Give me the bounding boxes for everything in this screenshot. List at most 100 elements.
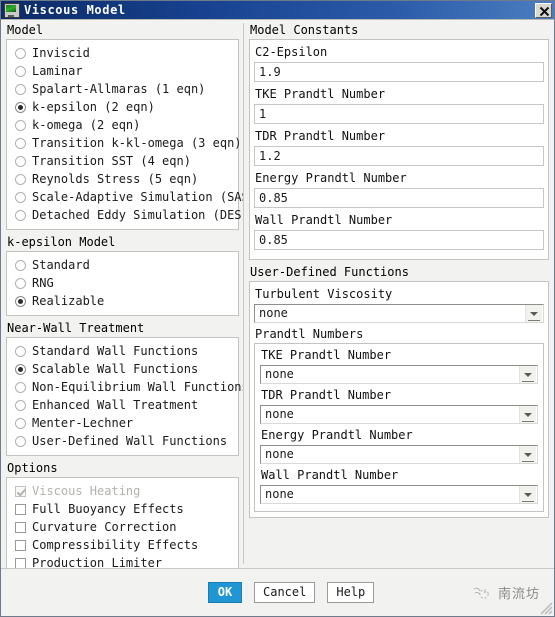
k-epsilon-model-group: k-epsilon Model Standard RNG Realizable [6, 235, 239, 316]
near-wall-treatment-radio-row[interactable]: Non-Equilibrium Wall Functions [11, 378, 243, 396]
near-wall-treatment-group-title: Near-Wall Treatment [7, 321, 145, 335]
radio-icon[interactable] [15, 137, 26, 149]
close-icon[interactable] [535, 2, 552, 18]
model-radio-row[interactable]: k-epsilon (2 eqn) [11, 98, 234, 116]
model-radio-row[interactable]: Transition SST (4 eqn) [11, 152, 234, 170]
radio-icon[interactable] [15, 119, 26, 131]
radio-icon[interactable] [15, 47, 26, 59]
constant-field-label: TDR Prandtl Number [255, 129, 386, 143]
radio-icon[interactable] [15, 417, 26, 429]
k-epsilon-model-radio-row[interactable]: RNG [11, 274, 234, 292]
udf-field-label: TKE Prandtl Number [261, 348, 392, 362]
radio-icon[interactable] [15, 277, 26, 289]
model-radio-row[interactable]: Laminar [11, 62, 234, 80]
near-wall-treatment-group-box: Standard Wall Functions Scalable Wall Fun… [6, 337, 243, 456]
turbulent-viscosity-label: Turbulent Viscosity [255, 287, 393, 301]
udf-select[interactable]: none [260, 485, 538, 504]
left-pane: Model Inviscid Laminar Spalart-Allmaras (1… [1, 20, 243, 568]
udf-select[interactable]: none [260, 365, 538, 384]
model-label: Transition SST (4 eqn) [32, 154, 191, 168]
model-radio-row[interactable]: Spalart-Allmaras (1 eqn) [11, 80, 234, 98]
radio-icon[interactable] [15, 155, 26, 167]
chevron-down-icon[interactable] [519, 366, 536, 383]
options-checkbox-row[interactable]: Curvature Correction [11, 518, 234, 536]
radio-icon[interactable] [15, 173, 26, 185]
viscous-model-dialog: Viscous Model Model Inviscid Laminar Spala… [0, 0, 555, 617]
turbulent-viscosity-select[interactable]: none [254, 304, 544, 323]
checkbox-icon[interactable] [15, 557, 26, 568]
ok-button[interactable]: OK [208, 582, 242, 603]
chevron-down-icon[interactable] [519, 446, 536, 463]
checkbox-icon[interactable] [15, 521, 26, 533]
k-epsilon-model-radio-row[interactable]: Realizable [11, 292, 234, 310]
options-checkbox-row[interactable]: Production Limiter [11, 554, 234, 568]
help-button[interactable]: Help [327, 582, 375, 603]
radio-icon[interactable] [15, 83, 26, 95]
udf-field-label: Wall Prandtl Number [261, 468, 399, 482]
dialog-footer: OK Cancel Help 南流坊 [1, 568, 554, 616]
model-label: k-epsilon (2 eqn) [32, 100, 155, 114]
near-wall-treatment-radio-row[interactable]: Scalable Wall Functions [11, 360, 234, 378]
options-group-title: Options [7, 461, 58, 475]
cancel-button[interactable]: Cancel [254, 582, 316, 603]
model-radio-row[interactable]: Transition k-kl-omega (3 eqn) [11, 134, 242, 152]
chevron-down-icon[interactable] [519, 406, 536, 423]
title-bar: Viscous Model [1, 1, 554, 20]
udf-select[interactable]: none [260, 405, 538, 424]
options-checkbox-row[interactable]: Full Buoyancy Effects [11, 500, 234, 518]
udf-title: User-Defined Functions [250, 265, 409, 279]
near-wall-treatment-label: Non-Equilibrium Wall Functions [32, 380, 243, 394]
radio-icon[interactable] [15, 345, 26, 357]
k-epsilon-model-radio-row[interactable]: Standard [11, 256, 234, 274]
constant-input[interactable] [254, 62, 544, 82]
model-radio-row[interactable]: Detached Eddy Simulation (DES) [11, 206, 243, 224]
udf-field-label: Energy Prandtl Number [261, 428, 413, 442]
model-label: Detached Eddy Simulation (DES) [32, 208, 243, 222]
chevron-down-icon[interactable] [519, 486, 536, 503]
near-wall-treatment-radio-row[interactable]: Standard Wall Functions [11, 342, 234, 360]
near-wall-treatment-radio-row[interactable]: User-Defined Wall Functions [11, 432, 234, 450]
constant-input[interactable] [254, 188, 544, 208]
options-group-box: Viscous Heating Full Buoyancy Effects Curv… [6, 477, 239, 568]
constant-input[interactable] [254, 146, 544, 166]
checkbox-icon[interactable] [15, 503, 26, 515]
model-constants-group: Model Constants C2-Epsilon TKE Prandtl Nu… [249, 23, 549, 260]
near-wall-treatment-radio-row[interactable]: Enhanced Wall Treatment [11, 396, 234, 414]
model-group-title: Model [7, 23, 44, 37]
radio-icon[interactable] [15, 191, 26, 203]
radio-icon[interactable] [15, 101, 26, 113]
dialog-body: Model Inviscid Laminar Spalart-Allmaras (1… [1, 20, 554, 568]
radio-icon[interactable] [15, 259, 26, 271]
model-group-box: Inviscid Laminar Spalart-Allmaras (1 eqn) k… [6, 39, 243, 230]
udf-group: User-Defined Functions Turbulent Viscosi… [249, 265, 549, 518]
options-checkbox-row[interactable]: Compressibility Effects [11, 536, 234, 554]
udf-select[interactable]: none [260, 445, 538, 464]
checkbox-icon[interactable] [15, 539, 26, 551]
model-label: Reynolds Stress (5 eqn) [32, 172, 199, 186]
radio-icon[interactable] [15, 363, 26, 375]
model-radio-row[interactable]: Scale-Adaptive Simulation (SAS) [11, 188, 243, 206]
model-radio-row[interactable]: Reynolds Stress (5 eqn) [11, 170, 234, 188]
checkbox-icon [15, 485, 26, 497]
constant-field-label: TKE Prandtl Number [255, 87, 386, 101]
model-constants-title: Model Constants [250, 23, 359, 37]
chevron-down-icon[interactable] [525, 305, 542, 322]
constant-input[interactable] [254, 104, 544, 124]
near-wall-treatment-label: User-Defined Wall Functions [32, 434, 228, 448]
near-wall-treatment-radio-row[interactable]: Menter-Lechner [11, 414, 234, 432]
radio-icon[interactable] [15, 295, 26, 307]
radio-icon[interactable] [15, 209, 26, 221]
resize-grip[interactable] [538, 600, 553, 615]
near-wall-treatment-label: Enhanced Wall Treatment [32, 398, 199, 412]
watermark-text: 南流坊 [497, 587, 540, 602]
radio-icon[interactable] [15, 381, 26, 393]
k-epsilon-model-label: Standard [32, 258, 90, 272]
radio-icon[interactable] [15, 399, 26, 411]
radio-icon[interactable] [15, 65, 26, 77]
model-radio-row[interactable]: k-omega (2 eqn) [11, 116, 234, 134]
model-radio-row[interactable]: Inviscid [11, 44, 234, 62]
radio-icon[interactable] [15, 435, 26, 447]
k-epsilon-model-group-box: Standard RNG Realizable [6, 251, 239, 316]
udf-field-label: TDR Prandtl Number [261, 388, 392, 402]
constant-input[interactable] [254, 230, 544, 250]
